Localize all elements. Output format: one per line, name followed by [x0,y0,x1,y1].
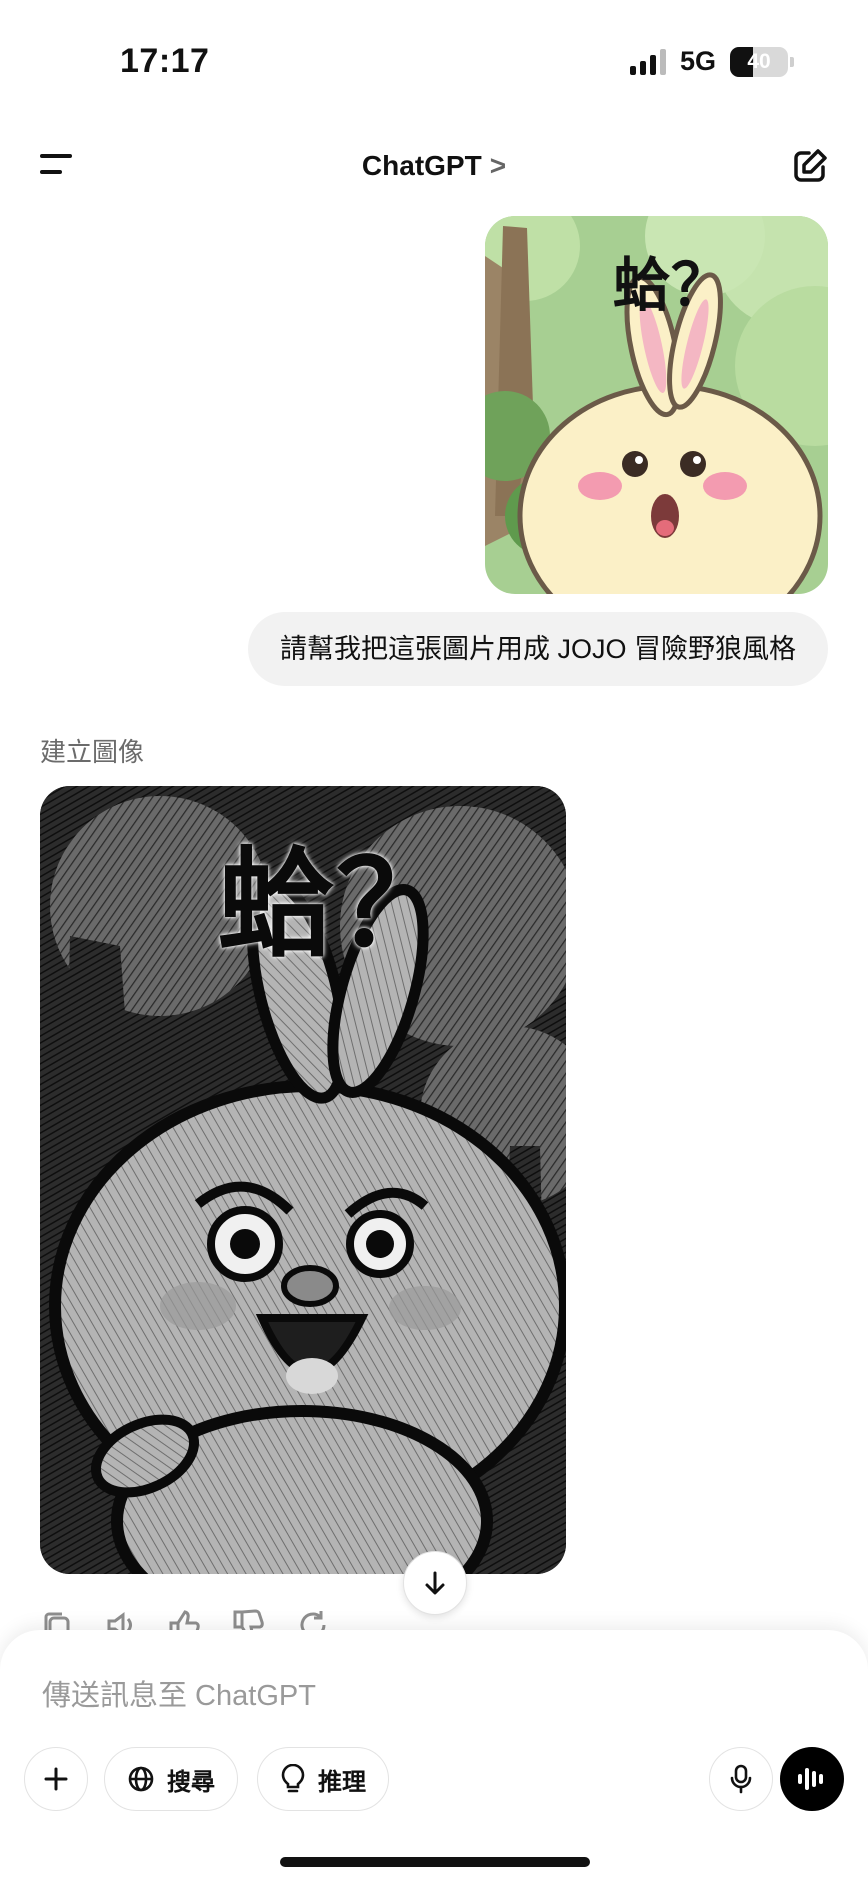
search-button[interactable]: 搜尋 [104,1747,238,1811]
model-selector[interactable]: ChatGPT > [0,150,868,182]
network-type: 5G [679,46,716,76]
chat-screen: 17:17 5G 40 ChatGPT > 蛤？ 請幫我把這張圖片用成 JOJO… [0,0,868,1885]
status-time: 17:17 [120,42,210,80]
user-image-caption: 蛤？ [613,251,730,319]
assistant-status-label: 建立圖像 [40,737,145,767]
message-composer: 傳送訊息至 ChatGPT 搜尋 推理 [0,1630,868,1885]
lightbulb-icon [281,1764,305,1793]
arrow-down-icon [425,1571,445,1595]
voice-mode-icon [798,1768,823,1790]
reason-button[interactable]: 推理 [257,1747,389,1811]
battery-icon: 40 [730,46,794,77]
home-indicator [280,1857,590,1867]
signal-icon [629,48,666,75]
generated-image-caption: 蛤？ [218,835,455,973]
status-indicators: 5G 40 [629,46,794,77]
reason-label: 推理 [318,1768,366,1796]
dictate-button[interactable] [709,1747,773,1811]
attach-button[interactable] [24,1747,88,1811]
generated-image[interactable]: 蛤？ [40,786,566,1574]
app-title: ChatGPT [361,150,482,181]
message-input[interactable]: 傳送訊息至 ChatGPT [42,1672,316,1714]
battery-percent: 40 [747,49,771,73]
voice-mode-button[interactable] [780,1747,844,1811]
scroll-to-bottom-button[interactable] [403,1551,467,1615]
search-label: 搜尋 [167,1768,215,1796]
user-message-bubble: 請幫我把這張圖片用成 JOJO 冒險野狼風格 [247,612,828,686]
microphone-icon [730,1764,752,1794]
new-chat-icon[interactable] [790,146,830,186]
globe-icon [128,1766,154,1792]
plus-icon [44,1767,68,1791]
user-uploaded-image[interactable]: 蛤？ [485,216,828,594]
chevron-right-icon: > [489,150,507,181]
